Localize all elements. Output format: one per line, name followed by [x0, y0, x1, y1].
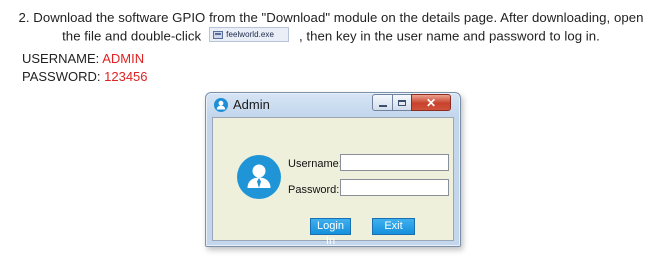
username-value: ADMIN	[102, 51, 145, 66]
username-input[interactable]	[340, 154, 449, 171]
minimize-button[interactable]	[372, 94, 393, 111]
username-label: Username:	[288, 158, 342, 170]
minimize-icon	[378, 104, 387, 107]
login-dialog: Admin ✕ Username: Password: Login In Exi…	[205, 92, 461, 247]
maximize-icon	[398, 99, 406, 106]
password-label: Password:	[288, 184, 340, 196]
username-line: USERNAME: ADMIN	[22, 51, 144, 67]
step-text-after: , then key in the user name and password…	[298, 28, 600, 44]
username-caption: USERNAME:	[22, 51, 100, 66]
close-icon: ✕	[425, 95, 437, 110]
step-2-paragraph: 2. Download the software GPIO from the "…	[8, 9, 654, 46]
close-button[interactable]: ✕	[411, 94, 451, 111]
dialog-title: Admin	[233, 97, 270, 112]
exe-file-chip: feelworld.exe	[209, 27, 289, 42]
password-value: 123456	[104, 69, 148, 84]
exe-icon	[213, 30, 224, 39]
dialog-body: Username: Password: Login In Exit	[212, 117, 454, 247]
password-input[interactable]	[340, 179, 449, 196]
exit-button[interactable]: Exit	[372, 218, 415, 235]
login-button[interactable]: Login In	[310, 218, 351, 247]
password-caption: PASSWORD:	[22, 69, 101, 84]
maximize-button[interactable]	[392, 94, 412, 111]
user-avatar-icon	[237, 155, 281, 199]
exe-file-name: feelworld.exe	[226, 30, 274, 39]
password-line: PASSWORD: 123456	[22, 69, 148, 85]
dialog-titlebar[interactable]: Admin ✕	[206, 93, 460, 117]
user-icon	[214, 98, 228, 112]
